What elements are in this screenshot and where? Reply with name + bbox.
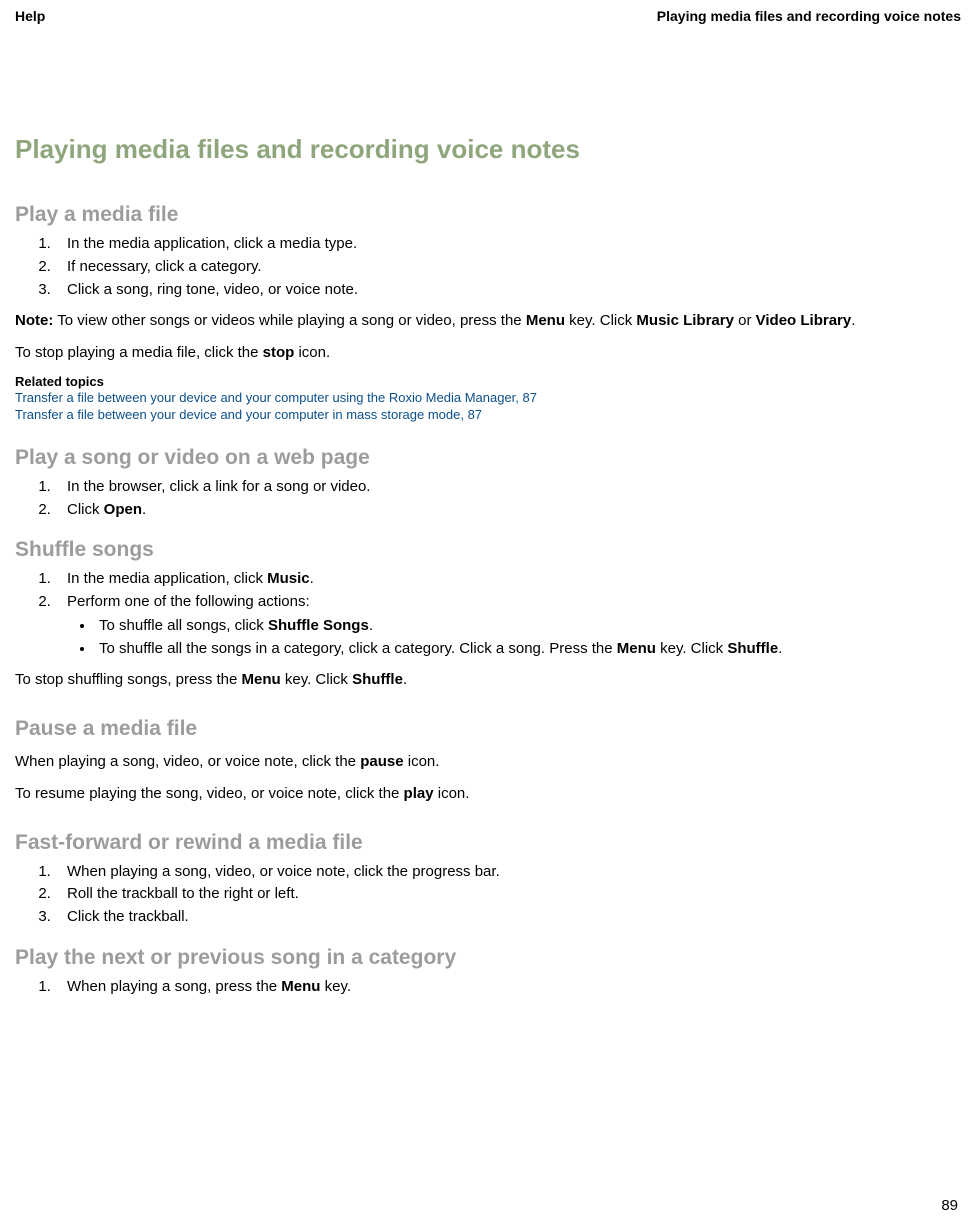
step-text: When playing a song, press the	[67, 978, 281, 995]
section-play-web: Play a song or video on a web page	[15, 446, 961, 470]
note-text: key. Click	[565, 312, 636, 329]
resume-paragraph: To resume playing the song, video, or vo…	[15, 783, 961, 805]
step-text: .	[142, 501, 146, 518]
related-link-mass-storage[interactable]: Transfer a file between your device and …	[15, 406, 961, 424]
stop-shuffle-text: key. Click	[281, 671, 352, 688]
stop-shuffle-paragraph: To stop shuffling songs, press the Menu …	[15, 669, 961, 691]
menu-key: Menu	[617, 640, 656, 657]
step-text: In the media application, click	[67, 570, 267, 587]
list-item: In the media application, click a media …	[55, 233, 961, 255]
shuffle-sublist: To shuffle all songs, click Shuffle Song…	[67, 615, 961, 660]
play-media-steps: In the media application, click a media …	[15, 233, 961, 300]
bullet-text: To shuffle all songs, click	[99, 617, 268, 634]
pause-word: pause	[360, 753, 403, 770]
pause-paragraph: When playing a song, video, or voice not…	[15, 751, 961, 773]
list-item: If necessary, click a category.	[55, 256, 961, 278]
note-text: .	[851, 312, 855, 329]
bullet-text: .	[778, 640, 782, 657]
page-header: Help Playing media files and recording v…	[15, 8, 961, 24]
shuffle-word: Shuffle	[727, 640, 778, 657]
stop-text: icon.	[294, 344, 330, 361]
list-item: Roll the trackball to the right or left.	[55, 883, 961, 905]
section-pause: Pause a media file	[15, 717, 961, 741]
list-item: Click a song, ring tone, video, or voice…	[55, 279, 961, 301]
list-item: Click the trackball.	[55, 906, 961, 928]
video-library: Video Library	[756, 312, 852, 329]
list-item: To shuffle all songs, click Shuffle Song…	[95, 615, 961, 637]
ff-rewind-steps: When playing a song, video, or voice not…	[15, 861, 961, 928]
shuffle-songs-word: Shuffle Songs	[268, 617, 369, 634]
page-number: 89	[941, 1197, 958, 1214]
list-item: When playing a song, video, or voice not…	[55, 861, 961, 883]
note-text: To view other songs or videos while play…	[53, 312, 526, 329]
music-library: Music Library	[636, 312, 734, 329]
list-item: Perform one of the following actions: To…	[55, 591, 961, 659]
header-left: Help	[15, 8, 45, 24]
play-web-steps: In the browser, click a link for a song …	[15, 476, 961, 521]
stop-shuffle-text: To stop shuffling songs, press the	[15, 671, 242, 688]
pause-text: icon.	[404, 753, 440, 770]
pause-text: When playing a song, video, or voice not…	[15, 753, 360, 770]
menu-key: Menu	[242, 671, 281, 688]
stop-text: To stop playing a media file, click the	[15, 344, 263, 361]
note-label: Note:	[15, 312, 53, 329]
section-ff-rewind: Fast-forward or rewind a media file	[15, 831, 961, 855]
header-right: Playing media files and recording voice …	[657, 8, 961, 24]
play-word: play	[404, 785, 434, 802]
step-text: Perform one of the following actions:	[67, 593, 310, 610]
page-container: Help Playing media files and recording v…	[0, 0, 976, 1228]
list-item: In the browser, click a link for a song …	[55, 476, 961, 498]
step-text: key.	[320, 978, 351, 995]
list-item: In the media application, click Music.	[55, 568, 961, 590]
menu-key: Menu	[281, 978, 320, 995]
section-next-prev: Play the next or previous song in a cate…	[15, 946, 961, 970]
music-word: Music	[267, 570, 310, 587]
related-link-roxio[interactable]: Transfer a file between your device and …	[15, 389, 961, 407]
bullet-text: To shuffle all the songs in a category, …	[99, 640, 617, 657]
bullet-text: key. Click	[656, 640, 727, 657]
shuffle-word: Shuffle	[352, 671, 403, 688]
next-prev-steps: When playing a song, press the Menu key.	[15, 976, 961, 998]
shuffle-steps: In the media application, click Music. P…	[15, 568, 961, 659]
related-topics-label: Related topics	[15, 374, 961, 389]
note-paragraph: Note: To view other songs or videos whil…	[15, 310, 961, 332]
section-play-media-file: Play a media file	[15, 203, 961, 227]
step-text: .	[310, 570, 314, 587]
stop-shuffle-text: .	[403, 671, 407, 688]
stop-paragraph: To stop playing a media file, click the …	[15, 342, 961, 364]
open-word: Open	[104, 501, 142, 518]
menu-key: Menu	[526, 312, 565, 329]
list-item: When playing a song, press the Menu key.	[55, 976, 961, 998]
step-text: Click	[67, 501, 104, 518]
list-item: Click Open.	[55, 499, 961, 521]
resume-text: To resume playing the song, video, or vo…	[15, 785, 404, 802]
main-title: Playing media files and recording voice …	[15, 134, 961, 165]
bullet-text: .	[369, 617, 373, 634]
list-item: To shuffle all the songs in a category, …	[95, 638, 961, 660]
stop-icon-word: stop	[263, 344, 295, 361]
resume-text: icon.	[434, 785, 470, 802]
note-text: or	[734, 312, 756, 329]
section-shuffle: Shuffle songs	[15, 538, 961, 562]
